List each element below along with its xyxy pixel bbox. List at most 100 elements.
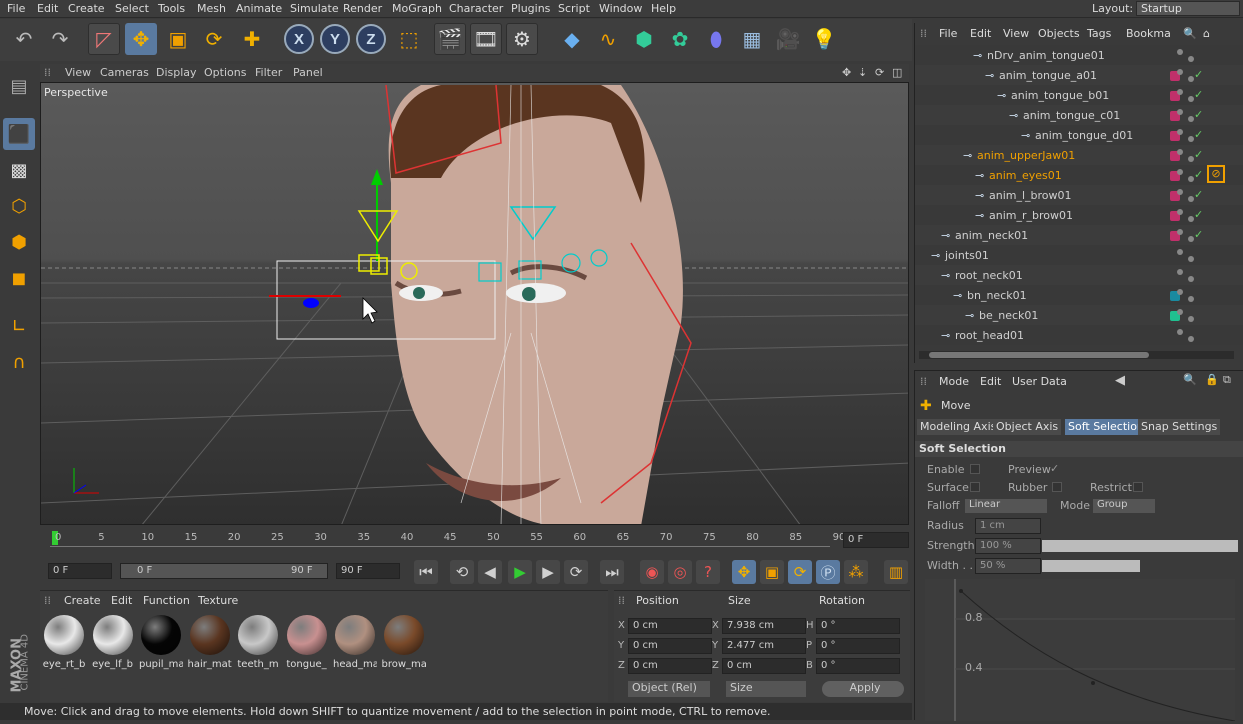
- object-tree-row[interactable]: ⊸ joints01: [915, 245, 1243, 265]
- key-pla-icon[interactable]: ⁂: [844, 560, 868, 584]
- deformer-icon[interactable]: ⬮: [700, 23, 732, 55]
- coordinate-value-field[interactable]: 7.938 cm: [722, 618, 806, 634]
- layout-dropdown[interactable]: Startup: [1136, 1, 1240, 16]
- menu-render[interactable]: Render: [343, 2, 382, 15]
- attribute-menu-user-data[interactable]: User Data: [1012, 375, 1067, 388]
- use-model-mode-icon[interactable]: ▤: [3, 70, 35, 102]
- menu-tools[interactable]: Tools: [158, 2, 185, 15]
- render-to-picture-viewer-icon[interactable]: 🎞: [470, 23, 502, 55]
- object-name[interactable]: anim_tongue_a01: [999, 69, 1097, 82]
- move-icon[interactable]: ✥: [125, 23, 157, 55]
- light-icon[interactable]: 💡: [808, 23, 840, 55]
- strength-slider[interactable]: [1042, 540, 1238, 552]
- render-visibility-dot[interactable]: [1188, 256, 1194, 262]
- spline-pen-icon[interactable]: ∿: [592, 23, 624, 55]
- menu-mograph[interactable]: MoGraph: [392, 2, 442, 15]
- enabled-check-icon[interactable]: ✓: [1194, 228, 1203, 241]
- key-position-icon[interactable]: ✥: [732, 560, 756, 584]
- enabled-check-icon[interactable]: ✓: [1194, 188, 1203, 201]
- nurbs-icon[interactable]: ⬢: [628, 23, 660, 55]
- enable-checkbox[interactable]: [970, 464, 980, 474]
- scale-icon[interactable]: ▣: [162, 23, 194, 55]
- editor-visibility-dot[interactable]: [1177, 189, 1183, 195]
- viewport-menu-display[interactable]: Display: [156, 66, 197, 79]
- key-parameter-icon[interactable]: Ⓟ: [816, 560, 840, 584]
- object-menu-tags[interactable]: Tags: [1087, 27, 1111, 40]
- tab-modeling-axis[interactable]: Modeling Axis: [917, 419, 1000, 435]
- object-name[interactable]: anim_l_brow01: [989, 189, 1072, 202]
- object-menu-bookmarks[interactable]: Bookma: [1126, 27, 1171, 40]
- menu-simulate[interactable]: Simulate: [290, 2, 339, 15]
- falloff-dropdown[interactable]: Linear: [965, 499, 1047, 513]
- material-thumbnail[interactable]: brow_ma: [382, 615, 426, 673]
- attribute-menu-mode[interactable]: Mode: [939, 375, 969, 388]
- menu-file[interactable]: File: [7, 2, 25, 15]
- object-tree-row[interactable]: ⊸ nDrv_anim_tongue01: [915, 45, 1243, 65]
- object-scroll-thumb[interactable]: [929, 352, 1149, 358]
- object-tree-row[interactable]: ⊸ be_neck01: [915, 305, 1243, 325]
- object-tree-row[interactable]: ⊸ anim_tongue_b01 ✓: [915, 85, 1243, 105]
- cube-icon[interactable]: ◆: [556, 23, 588, 55]
- object-tree-row[interactable]: ⊸ root_head01: [915, 325, 1243, 345]
- object-tree-row[interactable]: ⊸ anim_tongue_a01 ✓: [915, 65, 1243, 85]
- render-visibility-dot[interactable]: [1188, 316, 1194, 322]
- object-name[interactable]: anim_eyes01: [989, 169, 1062, 182]
- enabled-check-icon[interactable]: ✓: [1194, 148, 1203, 161]
- viewport-menu-panel[interactable]: Panel: [293, 66, 323, 79]
- falloff-graph[interactable]: 0.8 0.4: [925, 579, 1236, 722]
- enabled-check-icon[interactable]: ✓: [1194, 88, 1203, 101]
- edit-render-settings-icon[interactable]: ⚙: [506, 23, 538, 55]
- object-name[interactable]: anim_tongue_c01: [1023, 109, 1120, 122]
- enabled-check-icon[interactable]: ✓: [1194, 68, 1203, 81]
- attribute-search-icon[interactable]: 🔍: [1183, 373, 1197, 386]
- goto-next-key-icon[interactable]: ⟳: [564, 560, 588, 584]
- coordinate-value-field[interactable]: 0 °: [816, 638, 900, 654]
- render-visibility-dot[interactable]: [1188, 296, 1194, 302]
- rotate-icon[interactable]: ⟳: [198, 23, 230, 55]
- coordinate-value-field[interactable]: 0 cm: [628, 658, 712, 674]
- goto-start-icon[interactable]: ⏮: [414, 560, 438, 584]
- object-tree-row[interactable]: ⊸ anim_neck01 ✓: [915, 225, 1243, 245]
- z-axis-lock-icon[interactable]: Z: [356, 24, 386, 54]
- object-horizontal-scrollbar[interactable]: [919, 351, 1234, 359]
- points-mode-icon[interactable]: ⬡: [3, 190, 35, 222]
- editor-visibility-dot[interactable]: [1177, 169, 1183, 175]
- viewport-rotate-icon[interactable]: ⟳: [875, 66, 884, 79]
- material-thumbnail[interactable]: teeth_m: [236, 615, 280, 673]
- restrict-checkbox[interactable]: [1133, 482, 1143, 492]
- object-name[interactable]: root_neck01: [955, 269, 1023, 282]
- array-icon[interactable]: ✿: [664, 23, 696, 55]
- end-frame-field[interactable]: 90 F: [336, 563, 400, 579]
- apply-button[interactable]: Apply: [822, 681, 904, 697]
- object-name[interactable]: joints01: [945, 249, 989, 262]
- menu-mesh[interactable]: Mesh: [197, 2, 226, 15]
- next-frame-icon[interactable]: ▶: [536, 560, 560, 584]
- coordinate-system-icon[interactable]: ⬚: [393, 23, 425, 55]
- mode-dropdown[interactable]: Group: [1093, 499, 1155, 513]
- object-name[interactable]: root_head01: [955, 329, 1024, 342]
- editor-visibility-dot[interactable]: [1177, 129, 1183, 135]
- object-tree-row[interactable]: ⊸ root_neck01: [915, 265, 1243, 285]
- object-name[interactable]: anim_tongue_d01: [1035, 129, 1133, 142]
- object-tree-row[interactable]: ⊸ anim_r_brow01 ✓: [915, 205, 1243, 225]
- current-frame-field[interactable]: 0 F: [843, 532, 909, 548]
- object-tree-row[interactable]: ⊸ anim_l_brow01 ✓: [915, 185, 1243, 205]
- object-tree-row[interactable]: ⊸ anim_upperJaw01 ✓: [915, 145, 1243, 165]
- editor-visibility-dot[interactable]: [1177, 229, 1183, 235]
- editor-visibility-dot[interactable]: [1177, 209, 1183, 215]
- key-scale-icon[interactable]: ▣: [760, 560, 784, 584]
- object-name[interactable]: anim_tongue_b01: [1011, 89, 1109, 102]
- attribute-menu-edit[interactable]: Edit: [980, 375, 1001, 388]
- object-menu-objects[interactable]: Objects: [1038, 27, 1080, 40]
- preview-checkbox[interactable]: ✓: [1050, 462, 1059, 475]
- material-thumbnail[interactable]: tongue_: [285, 615, 329, 673]
- coordinate-value-field[interactable]: 0 °: [816, 618, 900, 634]
- object-tree-row[interactable]: ⊸ anim_tongue_d01 ✓: [915, 125, 1243, 145]
- coordinate-value-field[interactable]: 0 cm: [722, 658, 806, 674]
- goto-end-icon[interactable]: ⏭: [600, 560, 624, 584]
- object-tree-row[interactable]: ⊸ bn_neck01: [915, 285, 1243, 305]
- object-menu-view[interactable]: View: [1003, 27, 1029, 40]
- add-object-icon[interactable]: ✚: [236, 23, 268, 55]
- width-slider[interactable]: [1042, 560, 1140, 572]
- material-menu-function[interactable]: Function: [143, 594, 190, 607]
